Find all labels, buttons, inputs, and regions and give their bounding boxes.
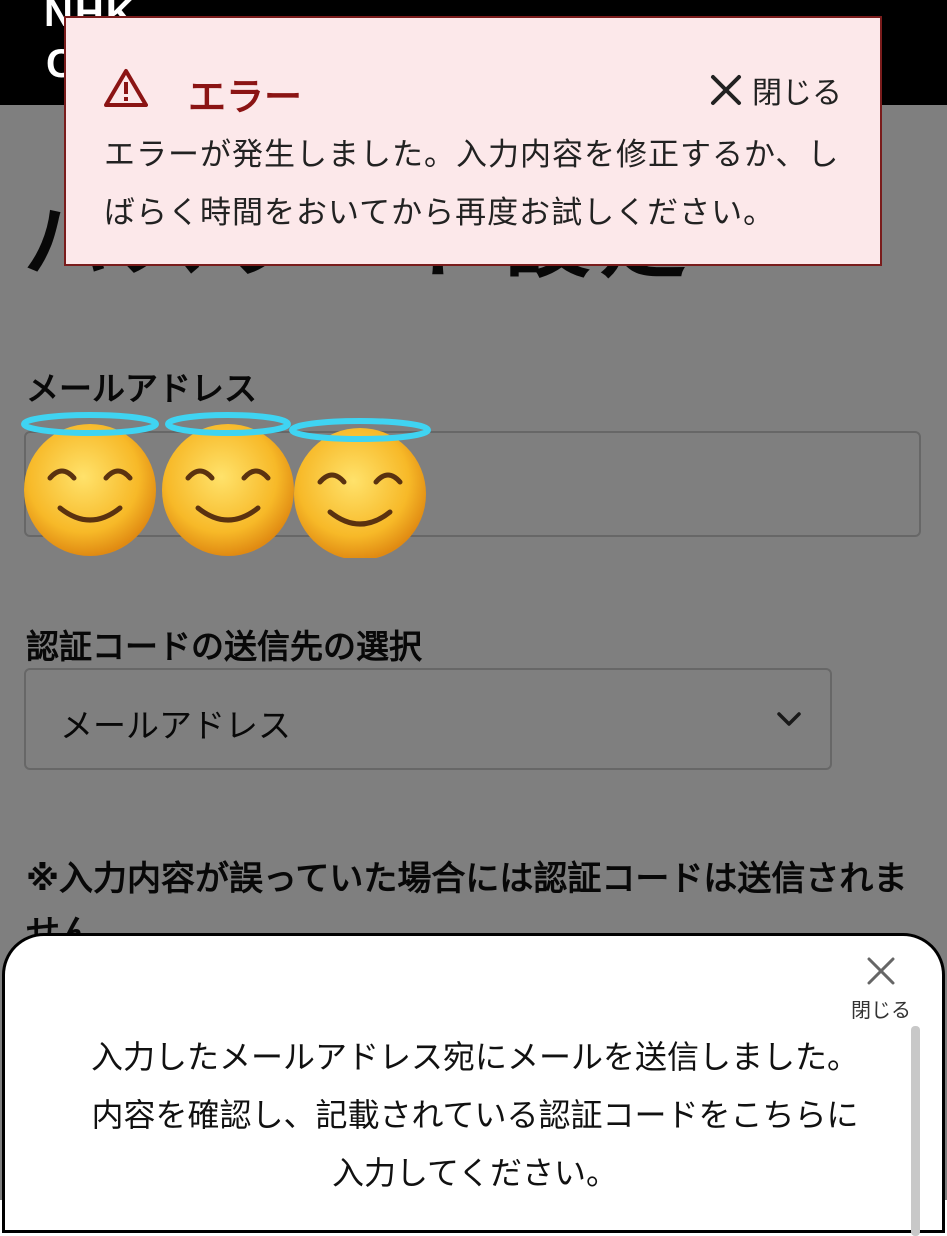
sheet-close-button[interactable]: 閉じる [846, 954, 916, 1023]
halo-emoji-sticker [21, 412, 431, 558]
close-icon [867, 957, 895, 985]
smiling-face-with-halo-icon [162, 412, 294, 556]
sheet-close-label: 閉じる [851, 998, 911, 1022]
error-close-label: 閉じる [752, 76, 842, 111]
sheet-message-line: 内容を確認し、記載されている認証コードをこちらに [91, 1096, 859, 1134]
sheet-message-line: 入力してください。 [331, 1154, 619, 1192]
smiling-face-with-halo-icon [21, 412, 159, 556]
warning-triangle-icon [104, 69, 148, 107]
sheet-scrollbar[interactable] [911, 1026, 920, 1236]
close-icon [711, 75, 741, 105]
sheet-message: 入力したメールアドレス宛にメールを送信しました。 内容を確認し、記載されている認… [25, 1028, 925, 1202]
sheet-message-line: 入力したメールアドレス宛にメールを送信しました。 [90, 1038, 859, 1076]
verification-sheet: 閉じる 入力したメールアドレス宛にメールを送信しました。 内容を確認し、記載され… [2, 933, 945, 1236]
smiling-face-with-halo-icon [289, 418, 431, 558]
error-dialog: エラー 閉じる エラーが発生しました。入力内容を修正するか、しばらく時間をおいて… [64, 16, 882, 266]
error-message: エラーが発生しました。入力内容を修正するか、しばらく時間をおいてから再度お試しく… [104, 137, 840, 231]
error-title: エラー [188, 75, 303, 119]
error-close-button[interactable]: 閉じる [708, 68, 842, 112]
